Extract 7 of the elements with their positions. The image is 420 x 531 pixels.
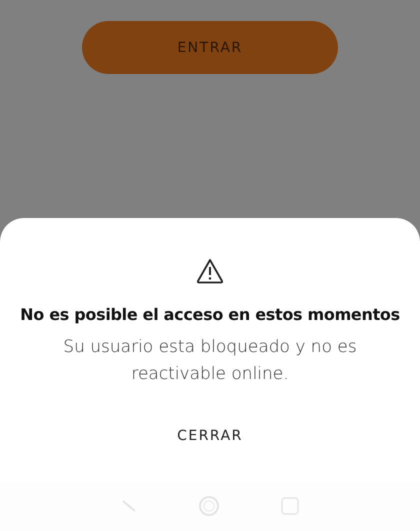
dialog-title: No es posible el acceso en estos momentos [20,305,400,324]
warning-icon [196,258,224,284]
dialog-message: Su usuario esta bloqueado y no es reactivable online. [62,336,358,386]
home-button[interactable] [198,495,220,517]
back-button[interactable] [120,499,137,513]
close-button[interactable]: CERRAR [169,424,251,448]
recents-button[interactable] [281,497,300,515]
